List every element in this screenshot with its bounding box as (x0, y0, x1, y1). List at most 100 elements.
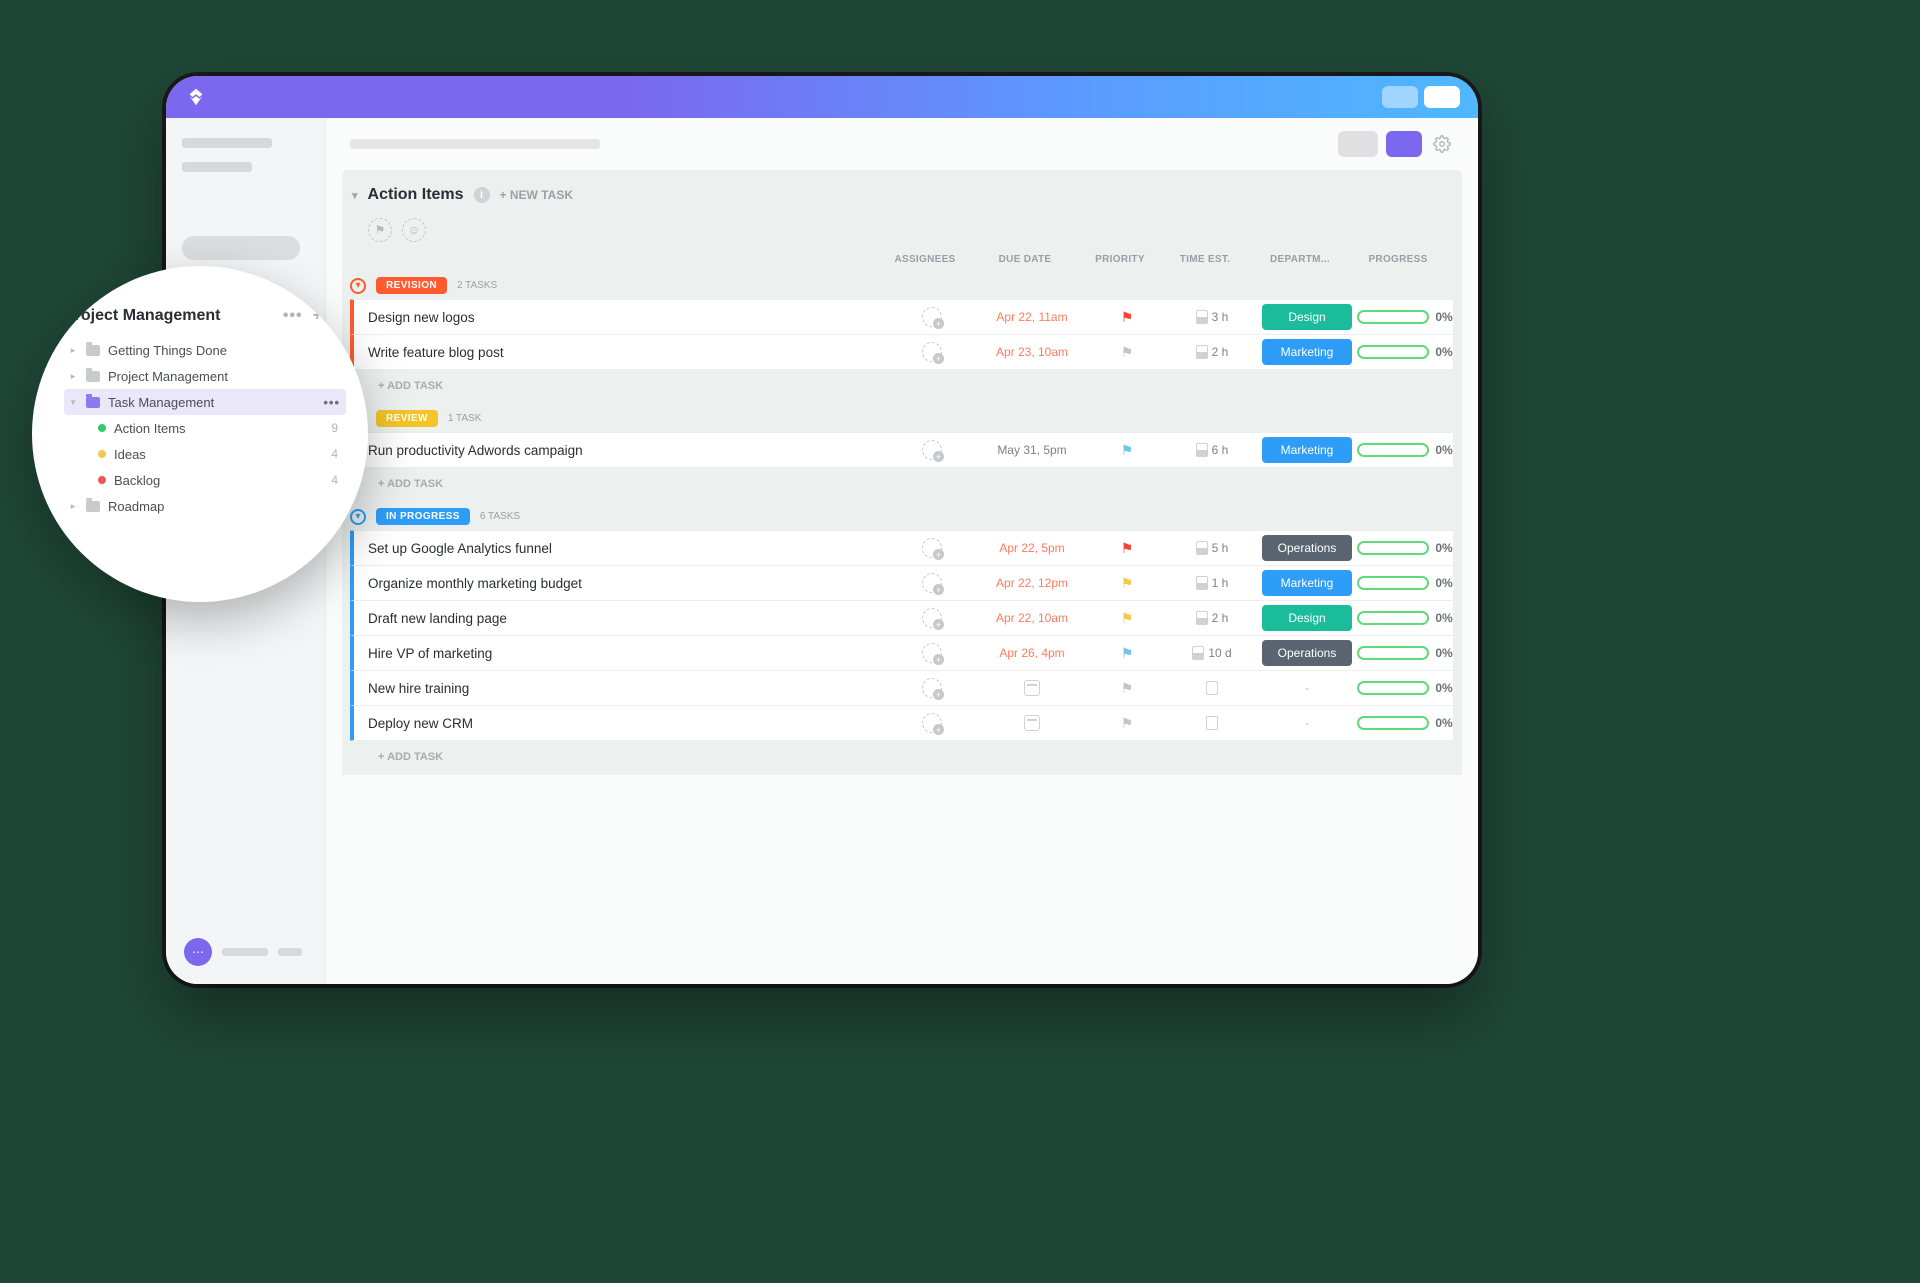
task-row[interactable]: Set up Google Analytics funnel Apr 22, 5… (350, 530, 1454, 566)
rail-search-placeholder[interactable] (182, 236, 300, 260)
view-toggle-a[interactable] (1338, 131, 1378, 157)
task-row[interactable]: Write feature blog post Apr 23, 10am ⚑ 2… (350, 334, 1454, 370)
new-task-button[interactable]: + NEW TASK (500, 188, 573, 202)
priority-flag-icon[interactable]: ⚑ (1121, 680, 1134, 697)
assignee-add-icon[interactable] (922, 440, 942, 460)
tree-row[interactable]: ▸Getting Things Done (64, 337, 346, 363)
task-row[interactable]: New hire training ⚑ - 0% (350, 670, 1454, 706)
priority-flag-icon[interactable]: ⚑ (1121, 645, 1134, 662)
tree-row[interactable]: Ideas4 (64, 441, 346, 467)
task-title[interactable]: Organize monthly marketing budget (354, 576, 887, 591)
info-icon[interactable]: i (474, 187, 490, 203)
assignee-add-icon[interactable] (922, 538, 942, 558)
chevron-icon[interactable]: ▾ (68, 397, 78, 408)
status-collapse-icon[interactable]: ▾ (350, 278, 366, 294)
assignee-add-icon[interactable] (922, 342, 942, 362)
department-tag[interactable]: Design (1262, 605, 1352, 631)
priority-flag-icon[interactable]: ⚑ (1121, 309, 1134, 326)
assignee-add-icon[interactable] (922, 643, 942, 663)
task-title[interactable]: Hire VP of marketing (354, 646, 887, 661)
time-estimate[interactable]: 6 h (1167, 443, 1257, 457)
time-estimate[interactable] (1167, 716, 1257, 730)
task-title[interactable]: Write feature blog post (354, 345, 887, 360)
department-tag[interactable]: Marketing (1262, 437, 1352, 463)
add-task-button[interactable]: + ADD TASK (350, 370, 1454, 396)
status-collapse-icon[interactable]: ▾ (350, 509, 366, 525)
time-estimate[interactable] (1167, 681, 1257, 695)
task-row[interactable]: Organize monthly marketing budget Apr 22… (350, 565, 1454, 601)
due-date[interactable]: Apr 22, 10am (977, 611, 1087, 625)
topbar-button-b[interactable] (1424, 86, 1460, 108)
assignee-add-icon[interactable] (922, 307, 942, 327)
topbar-button-a[interactable] (1382, 86, 1418, 108)
assignee-add-icon[interactable] (922, 608, 942, 628)
due-date[interactable] (977, 680, 1087, 696)
add-task-button[interactable]: + ADD TASK (350, 741, 1454, 767)
priority-flag-icon[interactable]: ⚑ (1121, 540, 1134, 557)
due-date[interactable]: Apr 22, 5pm (977, 541, 1087, 555)
time-estimate[interactable]: 2 h (1167, 345, 1257, 359)
assignee-add-icon[interactable] (922, 573, 942, 593)
task-title[interactable]: Design new logos (354, 310, 887, 325)
add-task-button[interactable]: + ADD TASK (350, 468, 1454, 494)
time-estimate[interactable]: 10 d (1167, 646, 1257, 660)
more-icon[interactable]: ••• (283, 307, 303, 325)
department-tag[interactable]: Marketing (1262, 339, 1352, 365)
settings-icon[interactable] (1430, 132, 1454, 156)
department-tag[interactable]: Operations (1262, 535, 1352, 561)
task-row[interactable]: Draft new landing page Apr 22, 10am ⚑ 2 … (350, 600, 1454, 636)
task-title[interactable]: Draft new landing page (354, 611, 887, 626)
time-estimate[interactable]: 2 h (1167, 611, 1257, 625)
time-estimate[interactable]: 3 h (1167, 310, 1257, 324)
time-estimate[interactable]: 5 h (1167, 541, 1257, 555)
collapse-icon[interactable]: ▾ (352, 189, 358, 202)
tree-row[interactable]: ▸Project Management (64, 363, 346, 389)
due-date[interactable]: May 31, 5pm (977, 443, 1087, 457)
due-date[interactable]: Apr 22, 11am (977, 310, 1087, 324)
status-badge[interactable]: REVIEW (376, 410, 438, 427)
hourglass-icon[interactable] (1206, 681, 1218, 695)
priority-flag-icon[interactable]: ⚑ (1121, 442, 1134, 459)
tree-row[interactable]: Action Items9 (64, 415, 346, 441)
calendar-icon[interactable] (1024, 715, 1040, 731)
assignee-add-icon[interactable] (922, 713, 942, 733)
status-badge[interactable]: REVISION (376, 277, 447, 294)
task-row[interactable]: Design new logos Apr 22, 11am ⚑ 3 h Desi… (350, 299, 1454, 335)
department-tag[interactable]: - (1262, 710, 1352, 736)
due-date[interactable]: Apr 22, 12pm (977, 576, 1087, 590)
view-toggle-b[interactable] (1386, 131, 1422, 157)
more-icon[interactable]: ••• (323, 395, 346, 410)
hourglass-icon[interactable] (1206, 716, 1218, 730)
tree-row[interactable]: ▾Task Management••• (64, 389, 346, 415)
tree-row[interactable]: Backlog4 (64, 467, 346, 493)
task-title[interactable]: Run productivity Adwords campaign (354, 443, 887, 458)
department-tag[interactable]: Operations (1262, 640, 1352, 666)
task-row[interactable]: Hire VP of marketing Apr 26, 4pm ⚑ 10 d … (350, 635, 1454, 671)
task-title[interactable]: Deploy new CRM (354, 716, 887, 731)
assignee-add-icon[interactable] (922, 678, 942, 698)
task-row[interactable]: Run productivity Adwords campaign May 31… (350, 432, 1454, 468)
due-date[interactable]: Apr 26, 4pm (977, 646, 1087, 660)
due-date[interactable] (977, 715, 1087, 731)
status-badge[interactable]: IN PROGRESS (376, 508, 470, 525)
chevron-icon[interactable]: ▸ (68, 371, 78, 382)
chevron-icon[interactable]: ▸ (68, 345, 78, 356)
task-title[interactable]: Set up Google Analytics funnel (354, 541, 887, 556)
task-title[interactable]: New hire training (354, 681, 887, 696)
flag-filter-icon[interactable]: ⚑ (368, 218, 392, 242)
tree-row[interactable]: ▸Roadmap (64, 493, 346, 519)
time-estimate[interactable]: 1 h (1167, 576, 1257, 590)
chevron-icon[interactable]: ▸ (68, 501, 78, 512)
priority-flag-icon[interactable]: ⚑ (1121, 610, 1134, 627)
priority-flag-icon[interactable]: ⚑ (1121, 575, 1134, 592)
assignee-filter-icon[interactable]: ☺ (402, 218, 426, 242)
due-date[interactable]: Apr 23, 10am (977, 345, 1087, 359)
priority-flag-icon[interactable]: ⚑ (1121, 715, 1134, 732)
department-tag[interactable]: Design (1262, 304, 1352, 330)
task-row[interactable]: Deploy new CRM ⚑ - 0% (350, 705, 1454, 741)
priority-flag-icon[interactable]: ⚑ (1121, 344, 1134, 361)
department-tag[interactable]: Marketing (1262, 570, 1352, 596)
department-tag[interactable]: - (1262, 675, 1352, 701)
chat-button[interactable]: ⋯ (184, 938, 212, 966)
calendar-icon[interactable] (1024, 680, 1040, 696)
